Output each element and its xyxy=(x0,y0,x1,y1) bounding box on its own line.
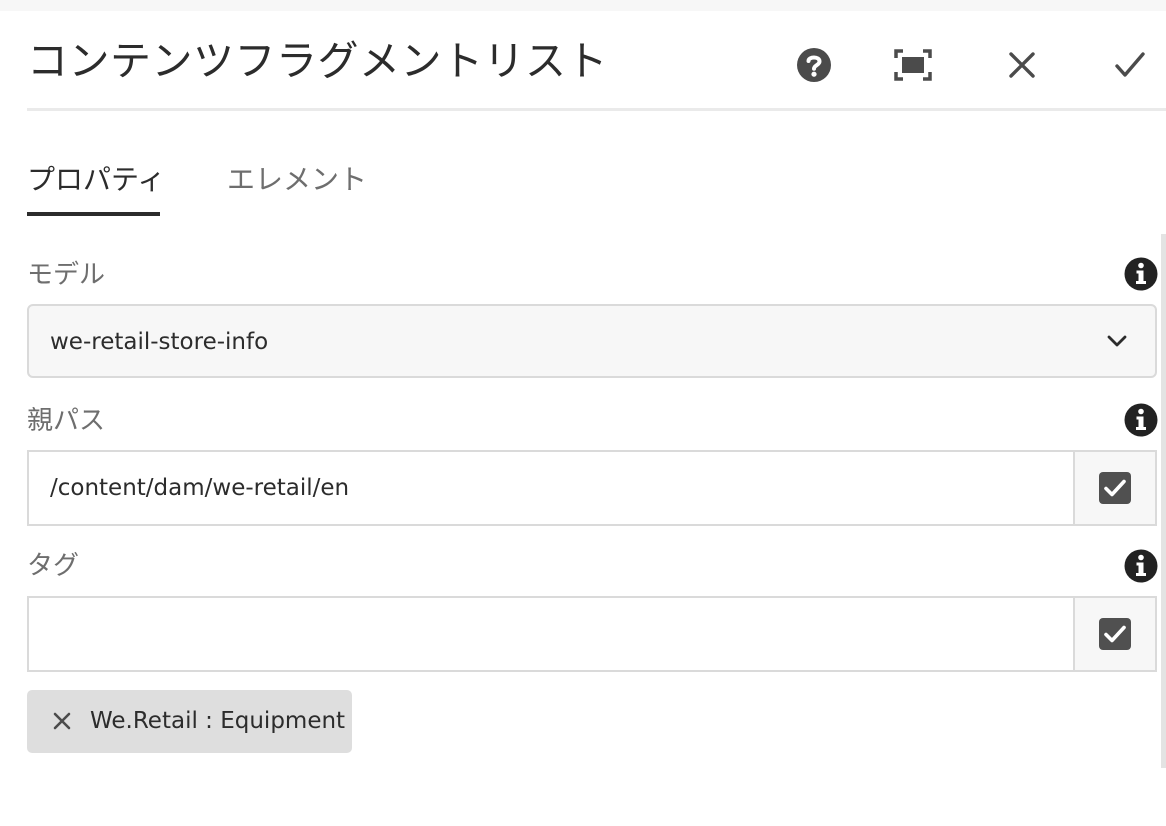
tab-elements[interactable]: エレメント xyxy=(227,160,367,200)
cancel-button[interactable] xyxy=(997,40,1047,90)
model-label: モデル xyxy=(27,260,106,290)
tags-field xyxy=(27,596,1157,672)
parent-path-label: 親パス xyxy=(27,406,106,436)
tag-chip: We.Retail : Equipment xyxy=(27,690,352,753)
scrollbar[interactable] xyxy=(1161,234,1166,768)
tag-chip-label: We.Retail : Equipment xyxy=(90,708,346,734)
chevron-down-icon xyxy=(1107,335,1127,347)
parent-path-picker-button[interactable] xyxy=(1073,452,1155,524)
parent-path-input[interactable]: /content/dam/we-retail/en xyxy=(29,452,1077,524)
info-circle-icon[interactable] xyxy=(1124,257,1158,291)
question-circle-icon xyxy=(797,48,831,82)
help-button[interactable] xyxy=(789,40,839,90)
top-strip xyxy=(0,0,1166,11)
model-select-value: we-retail-store-info xyxy=(50,329,269,355)
dialog-title: コンテンツフラグメントリスト xyxy=(27,37,608,85)
header-divider xyxy=(27,108,1166,111)
tags-input[interactable] xyxy=(29,598,1077,670)
info-circle-icon[interactable] xyxy=(1124,403,1158,437)
close-icon xyxy=(1009,52,1035,78)
checkbox-icon xyxy=(1099,618,1131,650)
checkbox-icon xyxy=(1099,472,1131,504)
tags-picker-button[interactable] xyxy=(1073,598,1155,670)
tags-label: タグ xyxy=(27,551,80,581)
checkmark-icon xyxy=(1115,52,1145,77)
model-select[interactable]: we-retail-store-info xyxy=(27,304,1157,378)
tab-properties[interactable]: プロパティ xyxy=(27,160,165,200)
parent-path-field: /content/dam/we-retail/en xyxy=(27,450,1157,526)
active-tab-indicator xyxy=(27,212,160,216)
fullscreen-button[interactable] xyxy=(888,40,938,90)
close-icon[interactable] xyxy=(51,710,73,732)
done-button[interactable] xyxy=(1105,40,1155,90)
info-circle-icon[interactable] xyxy=(1124,549,1158,583)
fullscreen-icon xyxy=(894,49,932,81)
